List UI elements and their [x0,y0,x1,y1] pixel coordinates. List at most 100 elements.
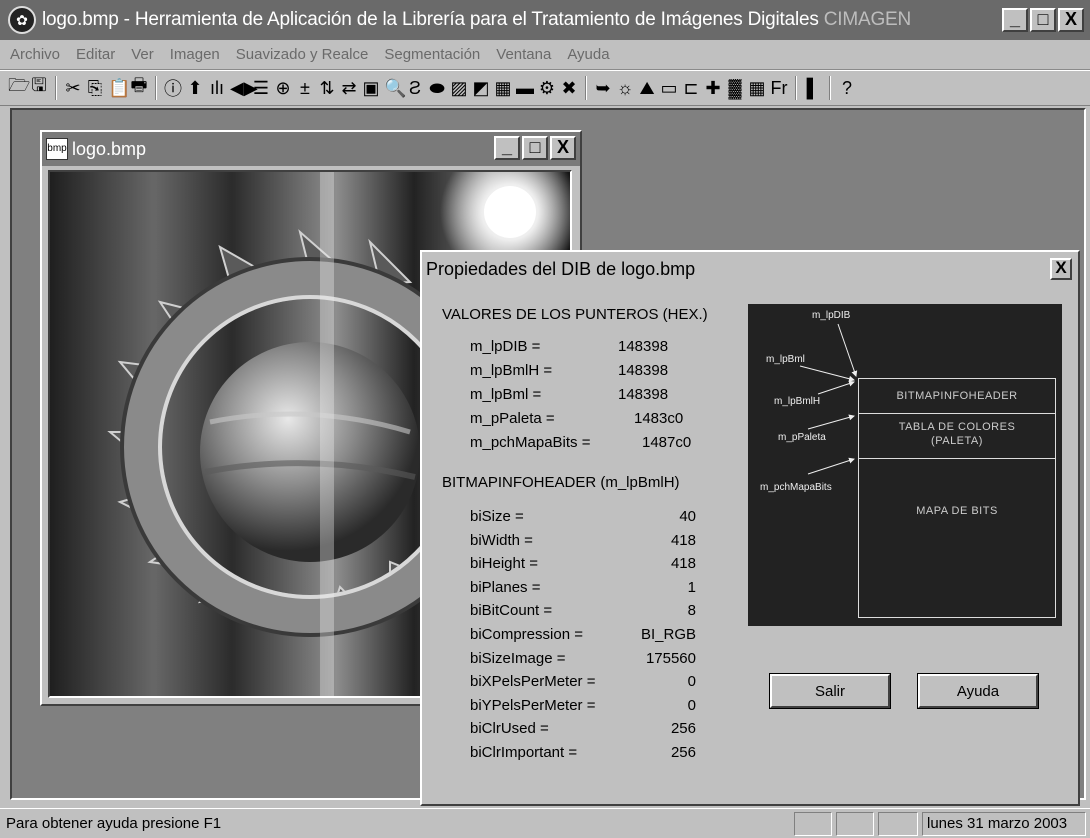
image-maximize-button[interactable]: □ [522,136,548,160]
app-titlebar[interactable]: ✿ logo.bmp - Herramienta de Aplicación d… [0,0,1090,40]
toolbar-separator [155,76,157,100]
menu-imagen[interactable]: Imagen [170,46,220,63]
bracket-icon[interactable]: ⊏ [682,78,700,99]
header-field-value: 1 [687,578,696,596]
toolbar-separator [829,76,831,100]
lines-icon[interactable]: ☰ [252,78,270,99]
up-arrow-icon[interactable]: ⬆ [186,78,204,99]
bars-icon[interactable]: ▬ [516,78,534,99]
header-field-label: biHeight = [470,555,538,573]
dialog-titlebar[interactable]: Propiedades del DIB de logo.bmp [422,252,1078,286]
export-icon[interactable]: ➥ [594,78,612,99]
app-title-text: logo.bmp - Herramienta de Aplicación de … [42,9,824,30]
pointers-header: VALORES DE LOS PUNTEROS (HEX.) [442,306,708,323]
histogram-icon[interactable]: ılı [208,78,226,99]
box-bitmapinfoheader: BITMAPINFOHEADER [858,378,1056,414]
header-field-label: biSizeImage = [470,649,566,667]
dialog-close-button[interactable]: X [1050,258,1072,280]
pattern-icon[interactable]: ▨ [450,78,468,99]
diagram-label-lpbmlh: m_lpBmlH [774,396,821,407]
dialog-title: Propiedades del DIB de logo.bmp [426,258,696,279]
minimize-button[interactable]: _ [1002,8,1028,32]
zoom-icon[interactable]: 🔍 [384,78,406,99]
menu-editar[interactable]: Editar [76,46,115,63]
sun-icon[interactable]: ☼ [616,78,634,99]
frame-icon[interactable]: ▭ [660,78,678,99]
header-field-value: 256 [670,744,696,761]
help-icon[interactable]: ? [838,78,856,99]
menu-bar: Archivo Editar Ver Imagen Suavizado y Re… [0,40,1090,70]
header-field-value: 418 [670,555,696,573]
shape-icon[interactable]: ◩ [472,78,490,99]
header-field-value: 418 [670,531,696,549]
s-icon[interactable]: Ƨ [406,78,424,99]
pointer-value: 148398 [618,338,669,355]
pointer-value: 1487c0 [642,434,692,451]
box-palette: TABLA DE COLORES (PALETA) [858,413,1056,459]
image-close-button[interactable]: X [550,136,576,160]
menu-ayuda[interactable]: Ayuda [567,46,609,63]
paste-icon[interactable]: 📋 [108,78,130,99]
status-date: lunes 31 marzo 2003 [922,811,1086,836]
exit-button[interactable]: Salir [769,673,891,709]
bmp-file-icon: bmp [46,138,68,160]
menu-archivo[interactable]: Archivo [10,46,60,63]
image-icon[interactable]: ▣ [362,78,380,99]
print-icon[interactable]: 🖶 [130,73,148,103]
header-field-value: 256 [670,720,696,738]
cut-icon[interactable]: ✂ [64,78,82,99]
toolbar: 🗁 🖫 ✂ ⎘ 📋 🖶 ⓘ ⬆ ılı ◀▶ ☰ ⊕ ± ⇅ ⇄ ▣ 🔍 Ƨ ⬬ ▨ ◩ ▦ ▬ ⚙ ✖ ➥ ☼ ⛰ ▭ ⊏ ✚ ▓ ▦ Fr ▌? [0,70,1090,106]
header-field-value: 0 [687,673,696,691]
header-field-label: biSize = [470,508,524,525]
properties-dialog[interactable]: Propiedades del DIB de logo.bmp X VALORE… [420,250,1080,806]
noise-icon[interactable]: ▓ [726,78,744,99]
status-text: Para obtener ayuda presione F1 [6,815,222,832]
table-icon[interactable]: ▦ [748,78,766,99]
header-field-label: biCompression = [470,626,583,643]
help-button[interactable]: Ayuda [917,673,1039,709]
gear-icon[interactable]: ⚙ [538,78,556,99]
plus-minus-icon[interactable]: ± [296,78,314,99]
arrows-icon[interactable]: ◀▶ [230,78,258,99]
flip-horizontal-icon[interactable]: ⇄ [340,78,358,99]
image-minimize-button[interactable]: _ [494,136,520,160]
pointer-label: m_lpBml = [470,386,542,403]
app-logo-icon[interactable]: ✿ [8,6,36,34]
menu-ventana[interactable]: Ventana [496,46,551,63]
open-icon[interactable]: 🗁 [8,73,30,103]
flip-vertical-icon[interactable]: ⇅ [318,78,336,99]
puzzle-icon[interactable]: ✚ [704,78,722,99]
status-panel [794,811,832,836]
cross-icon[interactable]: ✖ [560,78,578,99]
image-window-titlebar[interactable]: bmp logo.bmp _ □ X [42,132,580,166]
menu-ver[interactable]: Ver [131,46,154,63]
header-field-value: 0 [687,696,696,714]
bitmapinfoheader-title: BITMAPINFOHEADER (m_lpBmlH) [442,474,680,491]
ft-icon[interactable]: Fr [770,78,788,99]
diagram-label-ppaleta: m_pPaleta [778,432,826,443]
pointer-value: 148398 [618,386,669,403]
status-bar: Para obtener ayuda presione F1 lunes 31 … [0,808,1090,838]
pointer-value: 148398 [618,362,669,379]
toolbar-separator [795,76,797,100]
ellipse-icon[interactable]: ⬬ [428,78,446,99]
app-title-suffix: CIMAGEN [823,9,912,30]
copy-icon[interactable]: ⎘ [86,78,104,99]
diagram-label-lpdib: m_lpDIB [812,310,851,321]
header-field-label: biPlanes = [470,578,541,596]
toolbar-separator [55,76,57,100]
status-panel [878,811,918,836]
landscape-icon[interactable]: ⛰ [638,78,656,99]
save-icon[interactable]: 🖫 [30,73,48,103]
diagram-label-pchmapabits: m_pchMapaBits [760,482,832,493]
memory-diagram: m_lpDIB m_lpBml m_lpBmlH m_pPaleta m_pch… [748,304,1062,626]
gradient-icon[interactable]: ▌ [804,78,822,99]
grid-icon[interactable]: ▦ [494,78,512,99]
menu-suavizado[interactable]: Suavizado y Realce [236,46,369,63]
menu-segmentacion[interactable]: Segmentación [384,46,480,63]
close-button[interactable]: X [1058,8,1084,32]
pointer-label: m_lpBmlH = [470,362,553,379]
and-or-icon[interactable]: ⊕ [274,78,292,99]
maximize-button[interactable]: □ [1030,8,1056,32]
info-icon[interactable]: ⓘ [164,75,182,101]
